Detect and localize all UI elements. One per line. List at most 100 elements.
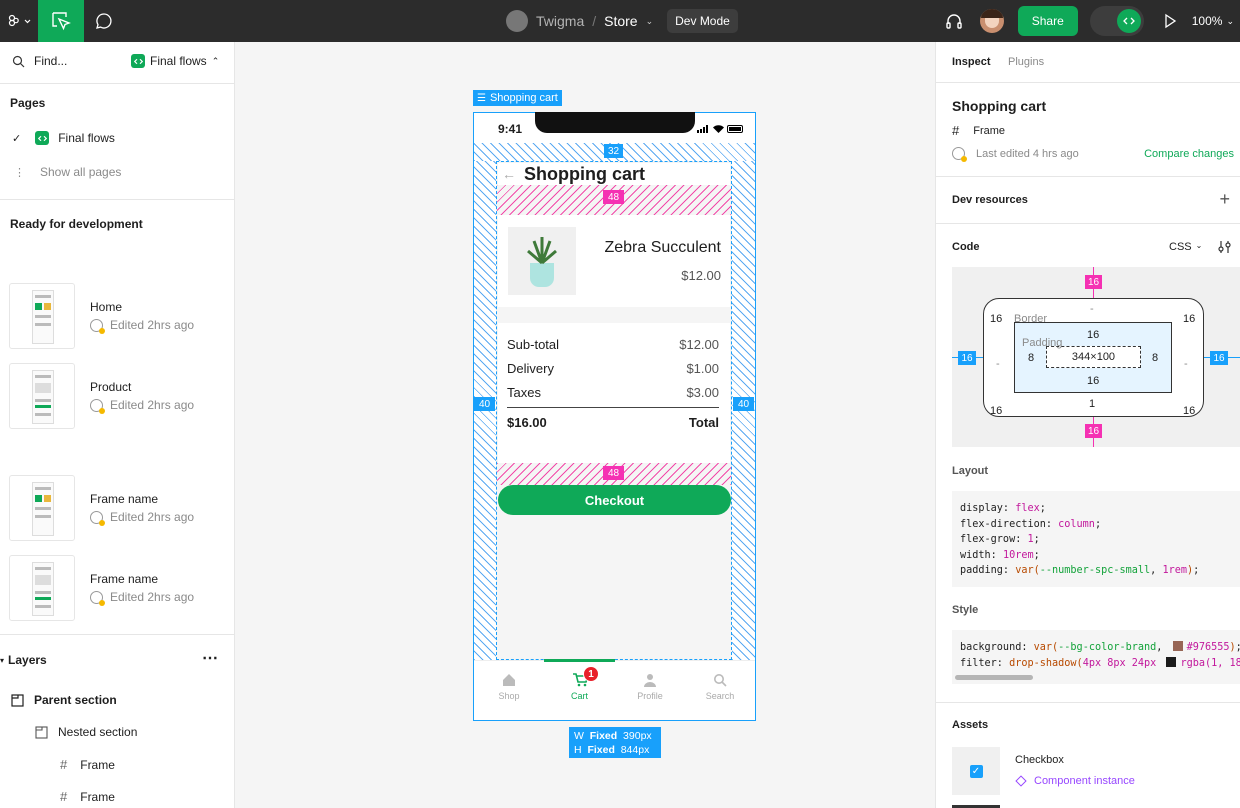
frame-thumbnail[interactable] [9, 283, 75, 349]
tab-inspect[interactable]: Inspect [952, 56, 991, 68]
inspect-panel: Inspect Plugins Shopping cart # Frame La… [935, 42, 1240, 808]
frame-icon: # [952, 123, 960, 138]
css-property: flex-grow: [960, 534, 1028, 545]
chevron-down-icon[interactable]: ⌄ [646, 16, 654, 27]
product-card[interactable]: Zebra Succulent $12.00 [498, 215, 730, 307]
css-semicolon: ; [1033, 534, 1040, 545]
delivery-value: $1.00 [686, 361, 719, 376]
frame-thumbnail[interactable] [9, 363, 75, 429]
layout-code-block[interactable]: display: flex; flex-direction: column; fle… [952, 491, 1240, 587]
zoom-menu[interactable]: 100% ⌄ [1192, 14, 1234, 28]
main-menu-button[interactable] [0, 0, 38, 42]
border-left-value: - [996, 358, 1000, 370]
share-button[interactable]: Share [1017, 6, 1078, 36]
page-item-final-flows[interactable]: ✓ Final flows [12, 131, 115, 145]
css-value-token: 1rem [1162, 565, 1187, 576]
history-icon [90, 398, 105, 414]
compare-changes-link[interactable]: Compare changes [1144, 148, 1234, 160]
asset-type: Component instance [1034, 775, 1135, 787]
divider [0, 83, 235, 84]
comment-icon [96, 13, 112, 29]
nav-shop[interactable]: Shop [474, 673, 544, 701]
ready-item-name[interactable]: Product [90, 380, 131, 394]
headphones-icon[interactable] [944, 11, 964, 31]
nav-label: Search [705, 691, 735, 701]
ready-item-name[interactable]: Home [90, 300, 122, 314]
layer-item[interactable]: Nested section [35, 725, 137, 739]
auto-layout-icon: ☰ [477, 92, 486, 104]
chevron-down-icon[interactable]: ▾ [0, 656, 4, 665]
show-all-pages-label: Show all pages [40, 165, 122, 179]
border-label: Border [1014, 313, 1048, 325]
nav-label: Shop [498, 691, 520, 701]
tab-plugins[interactable]: Plugins [1008, 56, 1044, 68]
user-avatar[interactable] [979, 9, 1004, 33]
margin-top-value: 16 [1085, 275, 1102, 289]
ready-item-meta: Edited 2hrs ago [90, 318, 194, 334]
flow-selector[interactable]: Final flows ⌃ [131, 54, 219, 68]
signal-icon [697, 125, 708, 133]
nav-search[interactable]: Search [685, 673, 755, 701]
page-header: ← Shopping cart [498, 163, 730, 185]
frame-thumbnail[interactable] [9, 555, 75, 621]
ready-item-name[interactable]: Frame name [90, 492, 158, 506]
page-item-label: Final flows [58, 131, 115, 145]
frame-thumbnail[interactable] [9, 475, 75, 541]
code-language-select[interactable]: CSS ⌄ [1169, 241, 1202, 253]
nav-cart[interactable]: Cart 1 [544, 666, 615, 701]
chevron-up-icon: ⌃ [211, 55, 220, 66]
width-value: 390px [623, 730, 652, 742]
layer-item[interactable]: # Frame [60, 757, 115, 772]
frame-name-label[interactable]: ☰ Shopping cart [473, 90, 562, 106]
horizontal-scrollbar[interactable] [955, 675, 1033, 680]
frame-name: Shopping cart [489, 92, 558, 104]
code-line: background: var(--bg-color-brand, #97655… [960, 640, 1240, 656]
figma-logo-icon [8, 14, 31, 27]
code-icon [131, 54, 145, 68]
team-name[interactable]: Twigma [536, 13, 584, 29]
settings-sliders-icon[interactable] [1218, 240, 1232, 254]
padding-right-value: 8 [1152, 352, 1159, 364]
dev-mode-toggle[interactable] [1089, 6, 1144, 36]
css-value-token: --bg-color-brand [1058, 642, 1157, 653]
order-summary: Sub-total $12.00 Delivery $1.00 Taxes $3… [498, 323, 730, 463]
chevron-down-icon: ⌄ [1195, 241, 1203, 250]
color-swatch [1166, 656, 1177, 667]
ready-item-name[interactable]: Frame name [90, 572, 158, 586]
show-all-pages[interactable]: ⋮ Show all pages [14, 165, 121, 179]
radius-tl-value: 16 [990, 313, 1003, 325]
play-icon[interactable] [1162, 13, 1178, 29]
add-icon[interactable]: + [1219, 189, 1230, 210]
css-property: flex-direction: [960, 518, 1059, 530]
checkout-button[interactable]: Checkout [498, 485, 731, 515]
css-semicolon: ; [1193, 565, 1200, 576]
layer-label: Frame [80, 757, 115, 772]
css-value-token: rgba(1, 18 [1180, 657, 1240, 669]
checkbox-icon: ✓ [969, 764, 983, 778]
divider [0, 199, 235, 200]
css-semicolon: ; [1094, 518, 1102, 530]
comment-tool-button[interactable] [84, 0, 124, 42]
layer-item[interactable]: # Frame [60, 789, 115, 804]
back-arrow-icon[interactable]: ← [502, 166, 516, 182]
history-icon [952, 147, 967, 162]
search-field[interactable]: Find... [12, 54, 67, 68]
user-icon [644, 674, 656, 687]
divider [936, 702, 1240, 703]
history-icon [90, 590, 105, 606]
cursor-frame-icon [52, 12, 71, 31]
asset-thumbnail[interactable]: ✓ [952, 747, 1000, 795]
code-icon [1116, 9, 1141, 33]
padding-label: Padding [1022, 337, 1063, 349]
nav-label: Profile [637, 691, 663, 701]
more-icon[interactable]: ⋯ [202, 651, 218, 667]
margin-bottom-value: 16 [1085, 424, 1102, 438]
nav-profile[interactable]: Profile [615, 673, 685, 701]
team-avatar-icon [506, 10, 528, 32]
layer-item[interactable]: Parent section [11, 693, 117, 707]
move-tool-button[interactable] [38, 0, 84, 42]
left-sidebar: Find... Final flows ⌃ Pages ✓ Final flow… [0, 42, 235, 808]
last-edited: Last edited 4 hrs ago [976, 147, 1079, 160]
file-name[interactable]: Store [604, 13, 637, 29]
css-property: padding: [960, 565, 1016, 576]
